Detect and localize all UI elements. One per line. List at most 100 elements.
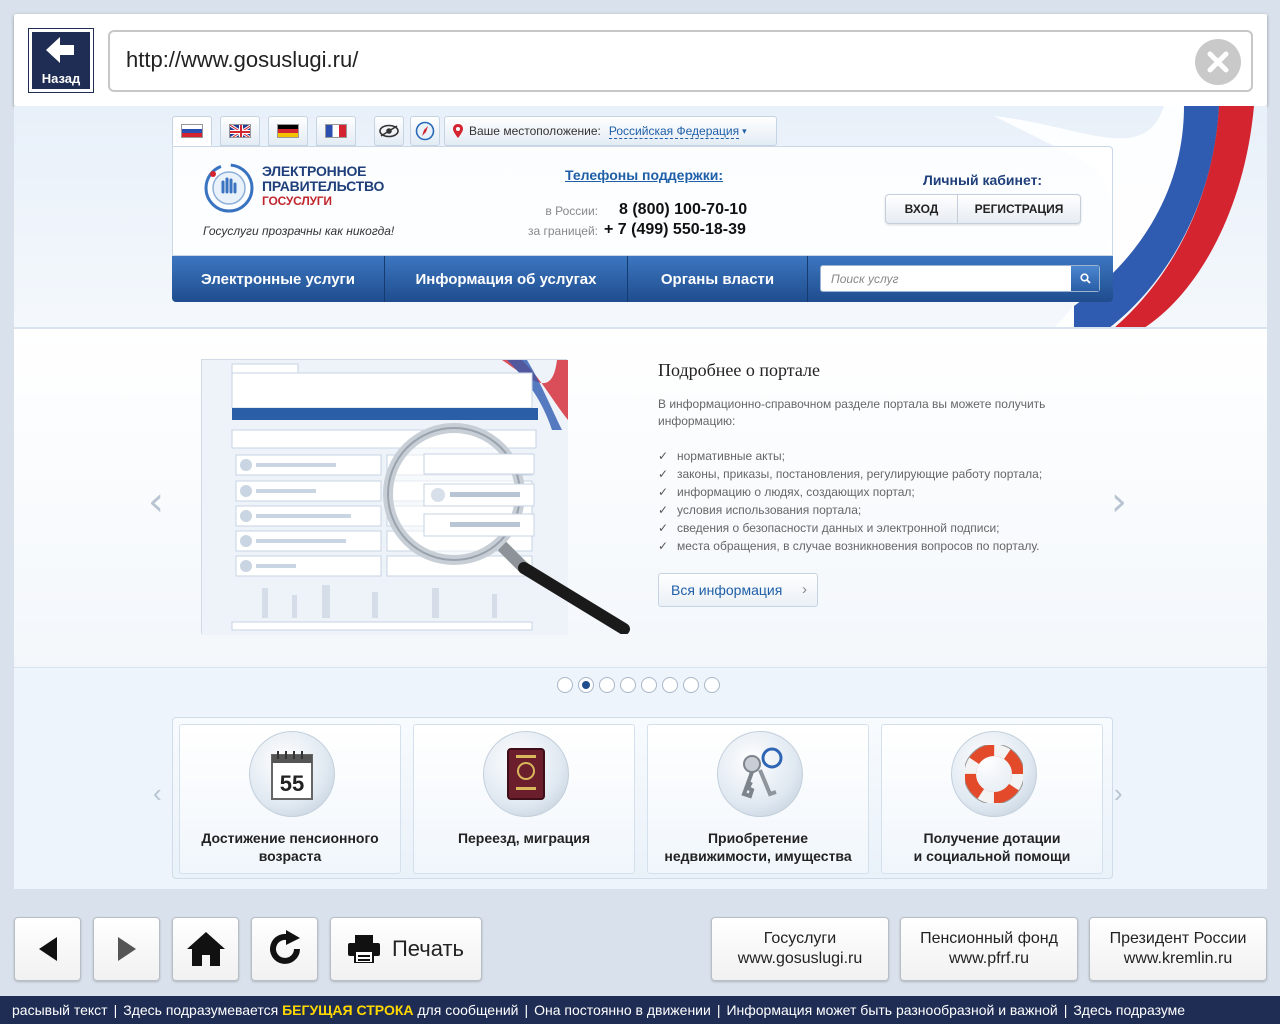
clear-url-button[interactable] (1195, 39, 1241, 85)
link-url: www.pfrf.ru (948, 950, 1029, 967)
ticker-text: Она постоянно в движении (534, 1002, 711, 1018)
cards-prev-arrow[interactable]: ‹ (153, 778, 162, 809)
lang-de-tab[interactable] (268, 116, 308, 146)
link-url: www.kremlin.ru (1123, 950, 1233, 967)
site-header-panel: ЭЛЕКТРОННОЕ ПРАВИТЕЛЬСТВО ГОСУСЛУГИ Госу… (172, 146, 1113, 256)
link-pfrf[interactable]: Пенсионный фонд www.pfrf.ru (900, 917, 1078, 981)
compass-button[interactable] (410, 116, 440, 146)
ticker-text-part: для сообщений (413, 1002, 519, 1018)
main-nav: Электронные услуги Информация об услугах… (172, 256, 1113, 302)
pagination-dot[interactable] (683, 677, 699, 693)
phone-abroad-label: за границей: (527, 224, 598, 238)
card-label: Приобретение недвижимости, имущества (664, 830, 852, 864)
address-bar[interactable]: http://www.gosuslugi.ru/ (108, 30, 1253, 92)
card-label: Переезд, миграция (457, 830, 591, 846)
lang-fr-tab[interactable] (316, 116, 356, 146)
slide-description: В информационно-справочном разделе порта… (658, 397, 1046, 428)
slider-pagination (557, 677, 720, 693)
cards-next-arrow[interactable]: › (1114, 778, 1123, 809)
pagination-dot[interactable] (641, 677, 657, 693)
print-label: Печать (391, 936, 465, 961)
reload-icon (269, 930, 300, 964)
gb-flag-icon (229, 124, 251, 138)
ticker-separator: | (716, 1002, 721, 1018)
check-icon: ✓ (658, 539, 669, 553)
back-button[interactable]: Назад (28, 28, 94, 93)
site-logo[interactable]: ЭЛЕКТРОННОЕ ПРАВИТЕЛЬСТВО ГОСУСЛУГИ (262, 164, 384, 209)
pagination-dot[interactable] (557, 677, 573, 693)
lang-ru-tab[interactable] (172, 116, 212, 146)
pagination-dot-active[interactable] (578, 677, 594, 693)
ticker-text: Здесь подразуме (1073, 1002, 1186, 1018)
slide-list: ✓ нормативные акты; ✓ законы, приказы, пос… (658, 447, 1042, 555)
pagination-dot[interactable] (704, 677, 720, 693)
register-button[interactable]: РЕГИСТРАЦИЯ (958, 195, 1080, 223)
gosuslugi-logo-icon[interactable] (203, 162, 255, 214)
logo-line-1: ЭЛЕКТРОННОЕ (262, 163, 367, 179)
list-item: ✓ нормативные акты; (658, 447, 1042, 465)
list-item-text: места обращения, в случае возникновения … (677, 539, 1040, 553)
login-button[interactable]: ВХОД (886, 195, 958, 223)
check-icon: ✓ (658, 467, 669, 481)
link-url: www.gosuslugi.ru (737, 950, 863, 967)
search-button[interactable] (1071, 266, 1099, 291)
all-info-button[interactable]: Вся информация › (658, 573, 818, 607)
list-item-text: информацию о людях, создающих портал; (677, 485, 915, 499)
link-gosuslugi[interactable]: Госуслуги www.gosuslugi.ru (711, 917, 889, 981)
card-pension[interactable]: 55 Достижение пенсионного возраста (179, 724, 401, 874)
slider-prev-arrow[interactable]: ‹ (148, 479, 164, 525)
site-header: Ваше местоположение: Российская Федераци… (172, 116, 1113, 302)
url-text[interactable]: http://www.gosuslugi.ru/ (126, 47, 358, 73)
reload-button[interactable] (251, 917, 318, 981)
cabinet-buttons: ВХОД РЕГИСТРАЦИЯ (885, 194, 1081, 224)
nav-authorities[interactable]: Органы власти (628, 256, 808, 302)
support-phones-link[interactable]: Телефоны поддержки: (565, 167, 723, 183)
list-item: ✓ сведения о безопасности данных и электр… (658, 519, 1042, 537)
nav-services-info[interactable]: Информация об услугах (385, 256, 628, 302)
lang-en-tab[interactable] (220, 116, 260, 146)
calendar-icon: 55 (249, 731, 335, 817)
print-button[interactable]: Печать (330, 917, 482, 981)
check-icon: ✓ (658, 521, 669, 535)
arrow-left-icon (46, 37, 74, 63)
triangle-right-icon (117, 937, 136, 961)
close-icon (1207, 51, 1229, 73)
slider-next-arrow[interactable]: › (1111, 479, 1127, 525)
news-ticker: расывый текст | Здесь подразумевается БЕГ… (0, 996, 1280, 1024)
search-input[interactable]: Поиск услуг (820, 265, 1100, 292)
phone-abroad: + 7 (499) 550-18-39 (604, 221, 746, 238)
nav-back-button[interactable] (14, 917, 81, 981)
list-item-text: условия использования портала; (677, 503, 862, 517)
compass-icon (415, 121, 435, 141)
card-subsidy[interactable]: Получение дотации и социальной помощи (881, 724, 1103, 874)
pagination-dot[interactable] (620, 677, 636, 693)
location-value[interactable]: Российская Федерация (608, 124, 740, 139)
link-title: Госуслуги (763, 930, 837, 947)
accessibility-button[interactable] (374, 116, 404, 146)
location-selector[interactable]: Ваше местоположение: Российская Федераци… (444, 116, 777, 146)
search-icon (1079, 273, 1091, 284)
ticker-highlight: БЕГУЩАЯ СТРОКА (282, 1002, 414, 1018)
nav-forward-button[interactable] (93, 917, 160, 981)
pagination-dot[interactable] (662, 677, 678, 693)
pagination-dot[interactable] (599, 677, 615, 693)
phone-ru-label: в России: (545, 204, 598, 218)
card-migration[interactable]: Переезд, миграция (413, 724, 635, 874)
list-item: ✓ информацию о людях, создающих портал; (658, 483, 1042, 501)
calendar-number: 55 (280, 771, 304, 796)
link-kremlin[interactable]: Президент России www.kremlin.ru (1089, 917, 1267, 981)
bottom-toolbar: Печать Госуслуги www.gosuslugi.ru Пенсио… (0, 900, 1280, 996)
ticker-text: расывый текст (12, 1002, 108, 1018)
card-label: Достижение пенсионного возраста (201, 830, 379, 864)
home-button[interactable] (172, 917, 239, 981)
map-pin-icon (453, 124, 463, 138)
nav-electronic-services[interactable]: Электронные услуги (172, 256, 385, 302)
logo-line-2: ПРАВИТЕЛЬСТВО (262, 178, 385, 194)
slogan: Госуслуги прозрачны как никогда! (203, 224, 395, 238)
phone-ru: 8 (800) 100-70-10 (619, 201, 748, 218)
card-property[interactable]: Приобретение недвижимости, имущества (647, 724, 869, 874)
chevron-down-icon: ▾ (742, 125, 747, 136)
fr-flag-icon (325, 124, 347, 138)
ticker-text-part: Здесь подразумевается (123, 1002, 283, 1018)
link-title: Президент России (1109, 930, 1247, 947)
